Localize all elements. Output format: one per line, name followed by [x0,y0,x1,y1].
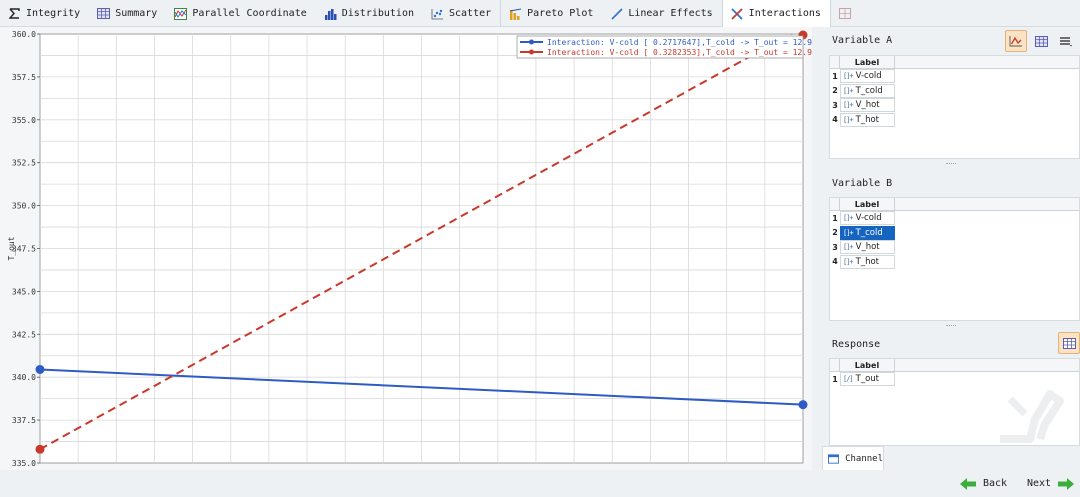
tab-linear-effects[interactable]: Linear Effects [602,0,721,27]
variable-icon: []+ [843,243,854,252]
variable-b-title: Variable B [832,178,893,189]
variable-panel: Variable A Label 1 []+ V-cold 2 []+ T_cold [812,27,1080,470]
tab-scatter[interactable]: Scatter [423,0,500,27]
sigma-icon [8,7,21,20]
y-tick-label: 350.0 [12,202,36,211]
tab-summary[interactable]: Summary [89,0,166,27]
response-table: Label 1 [/] T_out [829,358,1080,446]
y-tick-label: 337.5 [12,416,36,425]
menu-icon [1060,37,1072,47]
variable-a-header-label: Label [840,56,895,68]
variable-icon: []+ [843,72,854,81]
data-point-1 [798,400,808,410]
variable-icon: []+ [843,228,854,237]
tab-distribution[interactable]: Distribution [316,0,423,27]
variable-icon: []+ [843,115,854,124]
back-button-label: Back [983,478,1008,489]
pareto-icon [509,7,522,20]
channel-icon [828,453,840,464]
tab-pareto-plot-label: Pareto Plot [527,8,594,19]
watermark-icon [1000,390,1064,443]
table-icon [1034,35,1048,47]
response-variable-icon: [/] [843,375,854,384]
variable-b-header: Label [830,198,1079,211]
tab-pareto-plot[interactable]: Pareto Plot [500,0,602,27]
tab-distribution-label: Distribution [341,8,414,19]
app-window: Integrity Summary Parallel Coordinate Di… [0,0,1080,497]
y-tick-label: 357.5 [12,73,36,82]
tab-scatter-label: Scatter [448,8,492,19]
legend-marker-1 [529,39,534,45]
variable-b-header-label: Label [840,198,895,210]
arrow-left-icon [960,477,976,490]
data-point-2 [35,444,45,454]
tab-interactions[interactable]: Interactions [721,0,831,27]
histogram-icon [324,7,337,20]
y-tick-label: 355.0 [12,116,36,125]
parallel-coordinate-icon [174,7,188,20]
y-tick-label: 345.0 [12,287,36,296]
table-row[interactable]: 1 []+ V-cold [830,69,1079,84]
tab-integrity-label: Integrity [26,8,81,19]
variable-a-header: Label [830,56,1079,69]
y-tick-label: 335.0 [12,459,36,468]
table-icon [1062,337,1076,349]
table-row[interactable]: 4 []+ T_hot [830,112,1079,128]
tab-integrity[interactable]: Integrity [0,0,89,27]
legend-entry-2: Interaction: V-cold [ 0.3282353],T_cold … [547,48,812,57]
linear-effects-icon [610,7,623,20]
table-row[interactable]: 1 []+ V-cold [830,211,1079,226]
variable-b-table: Label 1 []+ V-cold 2 []+ T_cold 3 []+ V_hot… [829,197,1080,321]
variable-icon: []+ [843,257,854,266]
y-tick-label: 352.5 [12,159,36,168]
arrow-right-icon [1058,477,1075,490]
response-title: Response [832,339,881,350]
tab-linear-effects-label: Linear Effects [628,8,713,19]
tab-channel-label: Channel [845,453,883,464]
tab-parallel-coordinate-label: Parallel Coordinate [192,8,307,19]
variable-icon: []+ [843,101,854,110]
table-row[interactable]: 3 []+ V_hot [830,98,1079,113]
tab-channel[interactable]: Channel [822,446,884,470]
table-row[interactable]: 4 []+ T_hot [830,254,1079,270]
panel-menu-button[interactable] [1055,30,1077,52]
variable-a-table: Label 1 []+ V-cold 2 []+ T_cold 3 []+ V_hot… [829,55,1080,159]
interaction-chart[interactable]: 335.0 337.5 340.0 342.5 345.0 347.5 350.0 352.5… [0,27,812,470]
tab-overflow[interactable] [831,0,860,27]
response-header-label: Label [840,359,895,371]
y-tick-label: 340.0 [12,373,36,382]
splitter-handle[interactable] [946,163,956,165]
splitter-handle[interactable] [946,325,956,327]
tab-summary-label: Summary [115,8,158,19]
table-grid-icon [97,7,111,20]
tab-interactions-label: Interactions [748,8,821,19]
interactions-icon [731,7,744,20]
y-tick-label: 342.5 [12,330,36,339]
data-point-1 [35,364,45,374]
table-row-selected[interactable]: 2 []+ T_cold [830,225,1079,241]
response-header: Label [830,359,1079,372]
y-axis-title: T_out [7,236,16,260]
next-button-label: Next [1027,478,1052,489]
variable-icon: []+ [843,86,854,95]
interaction-chart-svg: 335.0337.5340.0342.5345.0347.5350.0352.5… [7,30,812,468]
chart-view-button[interactable] [1005,30,1027,52]
y-tick-label: 360.0 [12,30,36,39]
back-button[interactable]: Back [960,470,1007,497]
legend-entry-1: Interaction: V-cold [ 0.2717647],T_cold … [547,38,812,47]
grid-view-icon [839,7,852,20]
variable-a-title: Variable A [832,35,893,46]
variable-icon: []+ [843,214,854,223]
wizard-nav-bar: Back Next [0,470,1080,497]
table-view-button[interactable] [1030,30,1052,52]
legend-marker-2 [529,49,534,55]
table-row[interactable]: 2 []+ T_cold [830,83,1079,99]
table-row[interactable]: 3 []+ V_hot [830,240,1079,255]
analysis-toolbar: Integrity Summary Parallel Coordinate Di… [0,0,1080,27]
tab-parallel-coordinate[interactable]: Parallel Coordinate [166,0,315,27]
scatter-icon [431,7,444,20]
next-button[interactable]: Next [1027,470,1075,497]
line-chart-icon [1009,36,1022,47]
response-table-button[interactable] [1058,332,1080,354]
